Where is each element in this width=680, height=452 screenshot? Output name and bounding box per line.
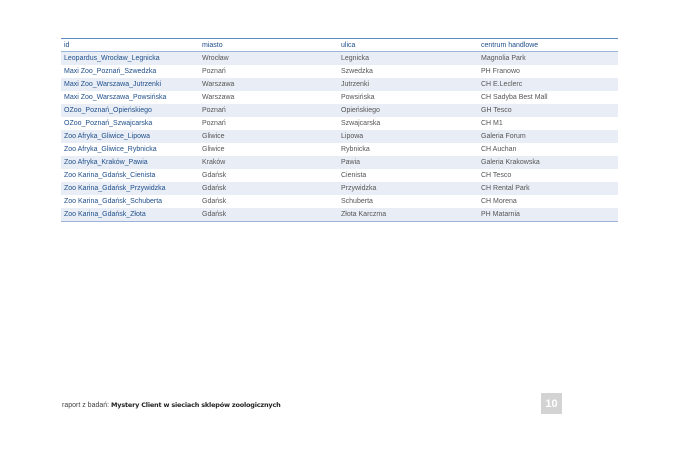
cell-ulica: Przywidzka bbox=[338, 182, 478, 195]
cell-centrum-handlowe: Magnolia Park bbox=[478, 51, 618, 65]
cell-centrum-handlowe: PH Franowo bbox=[478, 65, 618, 78]
cell-centrum-handlowe: PH Matarnia bbox=[478, 208, 618, 222]
cell-miasto: Gdańsk bbox=[199, 169, 338, 182]
header-id: id bbox=[61, 38, 199, 52]
footer-prefix: raport z badań: bbox=[62, 402, 112, 409]
cell-miasto: Kraków bbox=[199, 156, 338, 169]
cell-id: Maxi Zoo_Warszawa_Jutrzenki bbox=[61, 78, 199, 91]
cell-id: OZoo_Poznań_Szwajcarska bbox=[61, 117, 199, 130]
cell-ulica: Szwedzka bbox=[338, 65, 478, 78]
cell-centrum-handlowe: CH Sadyba Best Mall bbox=[478, 91, 618, 104]
table-row: Maxi Zoo_Warszawa_Jutrzenki Warszawa Jutrz… bbox=[61, 78, 618, 91]
table-row: Zoo Afryka_Gliwice_Rybnicka Gliwice Rybnic… bbox=[61, 143, 618, 156]
cell-id: OZoo_Poznań_Opieńskiego bbox=[61, 104, 199, 117]
table-row: OZoo_Poznań_Opieńskiego Poznań Opieńskiego… bbox=[61, 104, 618, 117]
cell-ulica: Cienista bbox=[338, 169, 478, 182]
cell-miasto: Warszawa bbox=[199, 91, 338, 104]
header-ulica: ulica bbox=[338, 38, 478, 52]
cell-id: Leopardus_Wrocław_Legnicka bbox=[61, 51, 199, 65]
cell-ulica: Pawia bbox=[338, 156, 478, 169]
cell-ulica: Złota Karczma bbox=[338, 208, 478, 222]
table-row: Maxi Zoo_Poznań_Szwedzka Poznań Szwedzka PH… bbox=[61, 65, 618, 78]
cell-miasto: Gdańsk bbox=[199, 195, 338, 208]
table-row: Zoo Karina_Gdańsk_Przywidzka Gdańsk Przywi… bbox=[61, 182, 618, 195]
cell-ulica: Opieńskiego bbox=[338, 104, 478, 117]
footer-title: Mystery Client w sieciach sklepów zoolog… bbox=[111, 401, 281, 409]
cell-id: Maxi Zoo_Warszawa_Powsińska bbox=[61, 91, 199, 104]
header-miasto: miasto bbox=[199, 38, 338, 52]
cell-miasto: Gdańsk bbox=[199, 208, 338, 222]
cell-ulica: Jutrzenki bbox=[338, 78, 478, 91]
header-centrum-handlowe: centrum handlowe bbox=[478, 38, 618, 52]
cell-miasto: Poznań bbox=[199, 104, 338, 117]
cell-id: Zoo Afryka_Kraków_Pawia bbox=[61, 156, 199, 169]
cell-id: Zoo Karina_Gdańsk_Schuberta bbox=[61, 195, 199, 208]
cell-miasto: Warszawa bbox=[199, 78, 338, 91]
cell-miasto: Poznań bbox=[199, 65, 338, 78]
table-row: Zoo Afryka_Gliwice_Lipowa Gliwice Lipowa Ga… bbox=[61, 130, 618, 143]
cell-ulica: Powsińska bbox=[338, 91, 478, 104]
cell-id: Zoo Afryka_Gliwice_Lipowa bbox=[61, 130, 199, 143]
cell-centrum-handlowe: Galeria Forum bbox=[478, 130, 618, 143]
table-row: Zoo Afryka_Kraków_Pawia Kraków Pawia Galeri… bbox=[61, 156, 618, 169]
table-row: Zoo Karina_Gdańsk_Złota Gdańsk Złota Karcz… bbox=[61, 208, 618, 222]
stores-table: id miasto ulica centrum handlowe Leopard… bbox=[61, 38, 618, 222]
table-row: Maxi Zoo_Warszawa_Powsińska Warszawa Powsi… bbox=[61, 91, 618, 104]
table-body: Leopardus_Wrocław_Legnicka Wrocław Legnick… bbox=[61, 51, 618, 222]
cell-miasto: Gdańsk bbox=[199, 182, 338, 195]
cell-id: Maxi Zoo_Poznań_Szwedzka bbox=[61, 65, 199, 78]
cell-centrum-handlowe: CH Rental Park bbox=[478, 182, 618, 195]
cell-miasto: Gliwice bbox=[199, 130, 338, 143]
cell-ulica: Szwajcarska bbox=[338, 117, 478, 130]
table-row: Zoo Karina_Gdańsk_Cienista Gdańsk Cienista… bbox=[61, 169, 618, 182]
cell-centrum-handlowe: CH E.Leclerc bbox=[478, 78, 618, 91]
page-number-badge: 10 bbox=[541, 393, 562, 414]
cell-ulica: Lipowa bbox=[338, 130, 478, 143]
cell-miasto: Wrocław bbox=[199, 51, 338, 65]
table-row: Zoo Karina_Gdańsk_Schuberta Gdańsk Schuber… bbox=[61, 195, 618, 208]
footer-report-title: raport z badań: Mystery Client w sieciac… bbox=[62, 401, 281, 409]
cell-miasto: Poznań bbox=[199, 117, 338, 130]
table-header-row: id miasto ulica centrum handlowe bbox=[61, 38, 618, 52]
cell-centrum-handlowe: GH Tesco bbox=[478, 104, 618, 117]
cell-ulica: Schuberta bbox=[338, 195, 478, 208]
cell-centrum-handlowe: CH Auchan bbox=[478, 143, 618, 156]
table-row: Leopardus_Wrocław_Legnicka Wrocław Legnick… bbox=[61, 51, 618, 65]
table-row: OZoo_Poznań_Szwajcarska Poznań Szwajcarska… bbox=[61, 117, 618, 130]
cell-ulica: Legnicka bbox=[338, 51, 478, 65]
cell-centrum-handlowe: CH Tesco bbox=[478, 169, 618, 182]
cell-ulica: Rybnicka bbox=[338, 143, 478, 156]
cell-id: Zoo Karina_Gdańsk_Przywidzka bbox=[61, 182, 199, 195]
cell-id: Zoo Karina_Gdańsk_Złota bbox=[61, 208, 199, 222]
cell-centrum-handlowe: CH Morena bbox=[478, 195, 618, 208]
cell-centrum-handlowe: Galeria Krakowska bbox=[478, 156, 618, 169]
cell-id: Zoo Afryka_Gliwice_Rybnicka bbox=[61, 143, 199, 156]
cell-id: Zoo Karina_Gdańsk_Cienista bbox=[61, 169, 199, 182]
cell-miasto: Gliwice bbox=[199, 143, 338, 156]
cell-centrum-handlowe: CH M1 bbox=[478, 117, 618, 130]
